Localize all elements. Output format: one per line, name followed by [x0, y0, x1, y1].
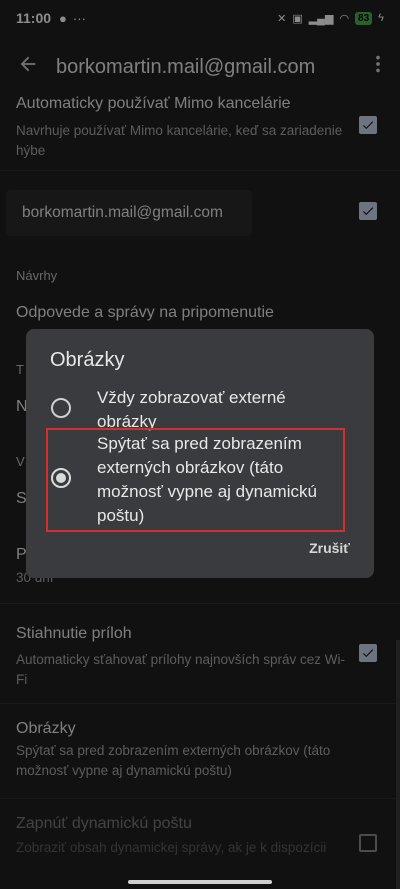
- cancel-button[interactable]: Zrušiť: [309, 540, 350, 556]
- dialog-title: Obrázky: [50, 349, 125, 371]
- images-dialog: Obrázky Vždy zobrazovať externé obrázky …: [26, 329, 374, 578]
- radio-unselected-icon[interactable]: [51, 398, 71, 418]
- gesture-bar[interactable]: [128, 880, 272, 884]
- option-label: Vždy zobrazovať externé obrázky: [97, 388, 286, 431]
- highlight-box: [46, 428, 345, 532]
